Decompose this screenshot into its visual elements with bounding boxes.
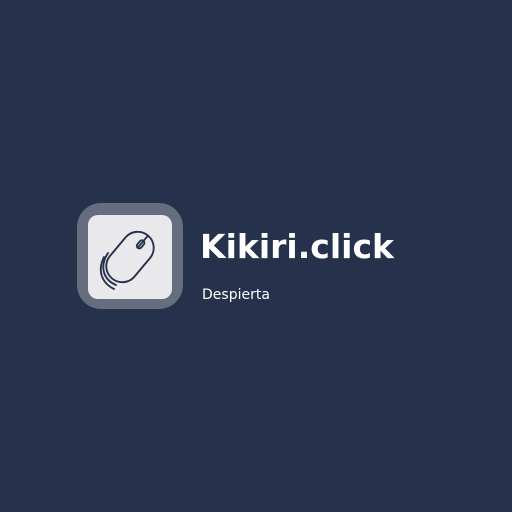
logo: Kikiri.click Despierta [0,0,512,512]
computer-mouse-icon [99,230,155,290]
brand-name: Kikiri.click [200,227,394,266]
tagline: Despierta [202,287,270,303]
logo-icon-tile [88,215,172,299]
